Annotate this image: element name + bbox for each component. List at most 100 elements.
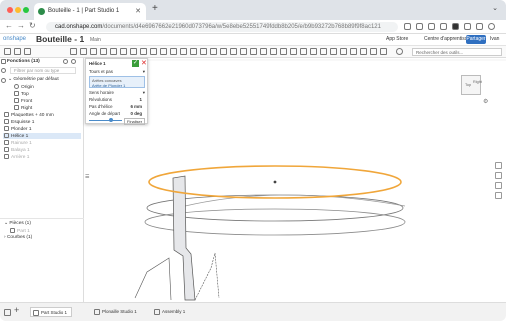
pattern-icon[interactable] xyxy=(170,48,177,55)
frame-icon[interactable] xyxy=(290,48,297,55)
tab-assembly-1[interactable]: Assembly 1 xyxy=(152,307,185,317)
url-field[interactable]: cad.onshape.com/documents/d4e6967662e219… xyxy=(46,22,398,32)
view-cube-right[interactable]: Right xyxy=(473,80,482,84)
rib-icon[interactable] xyxy=(300,48,307,55)
loft-icon[interactable] xyxy=(100,48,107,55)
preview-slider[interactable] xyxy=(89,118,122,122)
search-tools-input[interactable]: Rechercher des outils... xyxy=(412,48,502,56)
forward-icon[interactable]: → xyxy=(17,21,25,30)
time-icon[interactable] xyxy=(1,78,6,83)
key-icon[interactable] xyxy=(404,23,411,30)
list-item[interactable]: Esquisse 1 xyxy=(4,119,34,125)
add-tab-button[interactable]: + xyxy=(14,305,19,315)
view-cube[interactable]: Top Right xyxy=(461,75,482,95)
sketch-tool-icon[interactable] xyxy=(24,48,31,55)
hole-icon[interactable] xyxy=(160,48,167,55)
section-icon[interactable] xyxy=(320,48,327,55)
list-item[interactable]: Plaquettes + 40 mm xyxy=(4,112,54,118)
list-item[interactable]: Origin xyxy=(14,84,34,90)
add-custom-feature-icon[interactable] xyxy=(396,48,403,55)
final-button[interactable]: Finaliser xyxy=(124,118,146,125)
new-tab-button[interactable]: + xyxy=(152,3,158,14)
close-tab-icon[interactable]: ✕ xyxy=(135,3,141,20)
onshape-logo[interactable]: onshape xyxy=(3,36,26,42)
share-button[interactable]: Partager xyxy=(466,35,486,44)
configurations-icon[interactable] xyxy=(340,48,347,55)
list-item[interactable]: Part 1 xyxy=(10,228,30,234)
chamfer-icon[interactable] xyxy=(130,48,137,55)
3d-viewport[interactable]: ☰ Top Right ⚙ xyxy=(85,58,506,302)
list-item[interactable]: Rainure 1 xyxy=(4,140,32,146)
surface-icon[interactable] xyxy=(270,48,277,55)
direction-select[interactable]: Sens horaire ▾ xyxy=(89,90,145,95)
edge-selection-field[interactable]: Arêtes concaves Arête de Plonder 1 xyxy=(89,76,145,88)
document-title[interactable]: Bouteille - 1 xyxy=(36,34,84,44)
workspace-label[interactable]: Main xyxy=(90,37,101,43)
delete-part-icon[interactable] xyxy=(220,48,227,55)
list-item[interactable]: Right xyxy=(14,105,32,111)
thicken-icon[interactable] xyxy=(110,48,117,55)
measure-icon[interactable] xyxy=(310,48,317,55)
render-icon[interactable] xyxy=(350,48,357,55)
helix-icon[interactable] xyxy=(250,48,257,55)
extension-icon[interactable] xyxy=(452,23,459,30)
fillet-icon[interactable] xyxy=(120,48,127,55)
bookmark-icon[interactable] xyxy=(440,23,447,30)
draft-icon[interactable] xyxy=(140,48,147,55)
redo-icon[interactable] xyxy=(14,48,21,55)
revolve-icon[interactable] xyxy=(80,48,87,55)
maximize-window-icon[interactable] xyxy=(23,7,29,13)
transform-icon[interactable] xyxy=(210,48,217,55)
tab-manager-icon[interactable] xyxy=(4,309,11,316)
history-icon[interactable] xyxy=(71,59,76,64)
pitch-input[interactable]: 6 mm xyxy=(131,104,142,109)
puzzle-icon[interactable] xyxy=(464,23,471,30)
feature-filter-input[interactable]: Filtrer par nom ou type xyxy=(10,67,76,74)
mate-connector-icon[interactable] xyxy=(240,48,247,55)
properties-panel-icon[interactable] xyxy=(495,192,502,199)
filter-icon[interactable] xyxy=(1,68,6,73)
reload-icon[interactable]: ↻ xyxy=(29,21,36,30)
app-store-link[interactable]: App Store xyxy=(386,36,408,42)
list-item[interactable]: ⌄ Géométrie par défaut xyxy=(8,77,59,82)
shell-icon[interactable] xyxy=(150,48,157,55)
undo-icon[interactable] xyxy=(4,48,11,55)
list-item[interactable]: Front xyxy=(14,98,32,104)
browser-tab[interactable]: Bouteille - 1 | Part Studio 1 ✕ xyxy=(34,3,146,20)
curves-header[interactable]: › Courbes (1) xyxy=(4,235,32,240)
list-item[interactable]: Balaya 1 xyxy=(4,147,30,153)
tab-plonaille-studio-1[interactable]: Plonaille Studio 1 xyxy=(92,307,137,317)
profile-icon[interactable] xyxy=(488,23,495,30)
share-page-icon[interactable] xyxy=(428,23,435,30)
split-icon[interactable] xyxy=(200,48,207,55)
list-item[interactable]: Plonder 1 xyxy=(4,126,32,132)
helix-type-select[interactable]: Tours et pas ▾ xyxy=(89,69,145,74)
accept-button[interactable]: ✓ xyxy=(132,60,139,67)
sweep-icon[interactable] xyxy=(90,48,97,55)
extrude-icon[interactable] xyxy=(70,48,77,55)
configurations-panel-icon[interactable] xyxy=(495,182,502,189)
revolutions-input[interactable]: 1 xyxy=(140,97,142,102)
appearance-panel-icon[interactable] xyxy=(495,162,502,169)
variable-icon[interactable] xyxy=(330,48,337,55)
mirror-icon[interactable] xyxy=(180,48,187,55)
list-item[interactable]: Top xyxy=(14,91,29,97)
tab-part-studio-1[interactable]: Part Studio 1 xyxy=(30,307,73,317)
sidebar-icon[interactable] xyxy=(476,23,483,30)
boolean-icon[interactable] xyxy=(190,48,197,55)
display-icon[interactable] xyxy=(380,48,387,55)
parts-panel-icon[interactable] xyxy=(495,172,502,179)
view-cube-top[interactable]: Top xyxy=(465,83,471,87)
list-item-selected[interactable]: Hélice 1 xyxy=(3,133,81,139)
zoom-icon[interactable] xyxy=(416,23,423,30)
rollback-icon[interactable] xyxy=(63,59,68,64)
feature-list-icon[interactable] xyxy=(1,59,6,64)
parts-header[interactable]: ⌄ Pièces (1) xyxy=(4,221,31,226)
tab-search-icon[interactable]: ⌄ xyxy=(492,4,498,12)
plane-icon[interactable] xyxy=(230,48,237,55)
start-angle-input[interactable]: 0 deg xyxy=(131,111,142,116)
view-options-icon[interactable]: ⚙ xyxy=(483,98,488,105)
back-icon[interactable]: ← xyxy=(5,21,13,30)
custom-feature-icon[interactable] xyxy=(360,48,367,55)
minimize-window-icon[interactable] xyxy=(15,7,21,13)
